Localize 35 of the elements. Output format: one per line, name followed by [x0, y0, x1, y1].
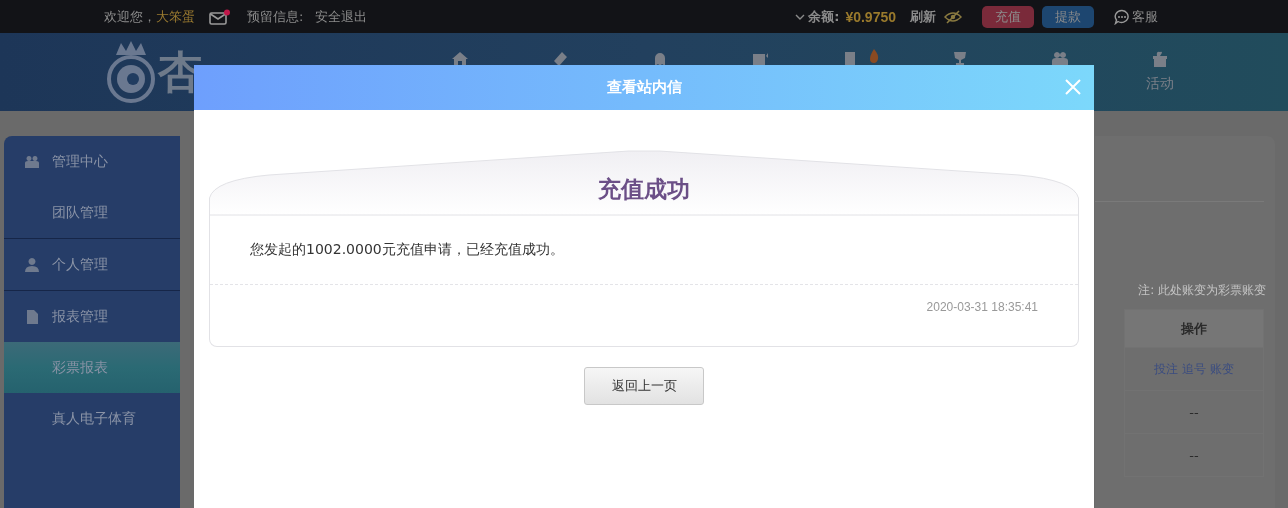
- message-body: 您发起的1002.0000元充值申请，已经充值成功。: [210, 215, 1078, 285]
- sidebar-icon: [24, 153, 40, 170]
- recharge-button[interactable]: 充值: [982, 5, 1034, 28]
- sidebar-item[interactable]: 报表管理: [4, 291, 180, 342]
- mail-icon[interactable]: [209, 8, 231, 25]
- balance-value: ¥0.9750: [845, 8, 896, 25]
- table-header: 操作: [1124, 309, 1264, 348]
- sidebar-item[interactable]: 真人电子体育: [4, 393, 180, 444]
- greeting-text: 欢迎您，: [104, 7, 156, 26]
- refresh-link[interactable]: 刷新: [910, 7, 936, 26]
- crown-logo-icon: [106, 39, 156, 105]
- logo-text: 杏: [158, 44, 202, 99]
- support-link[interactable]: 客服: [1132, 7, 1158, 26]
- chat-icon[interactable]: [1114, 8, 1130, 25]
- sidebar-item[interactable]: 团队管理: [4, 187, 180, 238]
- logout-link[interactable]: 安全退出: [315, 7, 368, 26]
- nav-label[interactable]: 活动: [1146, 75, 1174, 93]
- username[interactable]: 大笨蛋: [156, 7, 195, 26]
- eye-off-icon[interactable]: [944, 9, 962, 24]
- dialog-title: 查看站内信: [606, 78, 682, 97]
- back-button[interactable]: 返回上一页: [584, 367, 704, 405]
- reserved-info-label: 预留信息:: [247, 7, 304, 26]
- message-date: 2020-03-31 18:35:41: [925, 299, 1039, 316]
- withdraw-button[interactable]: 提款: [1042, 5, 1094, 28]
- note-text: 注: 此处账变为彩票账变: [1138, 282, 1266, 299]
- message-title: 充值成功: [597, 175, 691, 204]
- sidebar-item[interactable]: 个人管理: [4, 239, 180, 290]
- sidebar-item[interactable]: 彩票报表: [4, 342, 180, 393]
- chevron-icon[interactable]: [795, 12, 806, 21]
- table-cell: --: [1124, 390, 1264, 434]
- sidebar-item[interactable]: 管理中心: [4, 136, 180, 187]
- sidebar-icon: [24, 256, 40, 273]
- balance-label: 余额:: [808, 7, 840, 26]
- sidebar-icon: [24, 308, 40, 325]
- table-cell: --: [1124, 433, 1264, 477]
